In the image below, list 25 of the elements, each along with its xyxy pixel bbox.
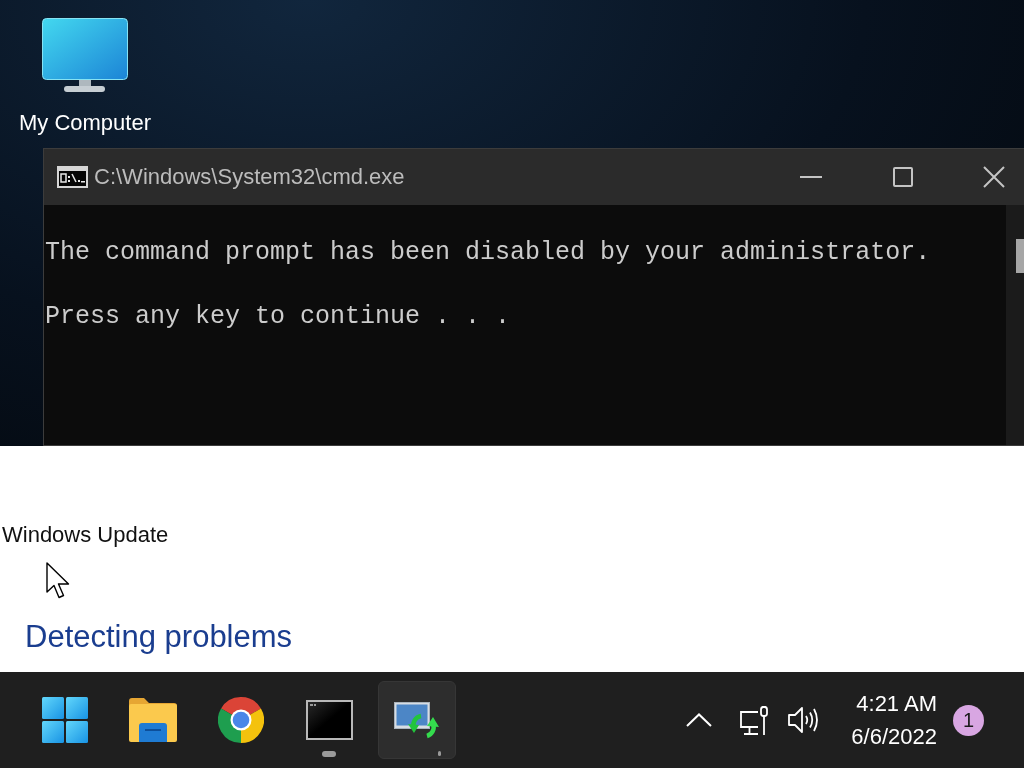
wired-network-icon[interactable] — [739, 704, 771, 736]
console-app-icon — [57, 166, 88, 188]
window-title: C:\Windows\System32\cmd.exe — [94, 163, 405, 191]
taskbar-button[interactable] — [378, 681, 456, 759]
status-heading: Detecting problems — [25, 618, 293, 656]
clock-date[interactable]: 6/6/2022 — [851, 720, 937, 753]
chevron-up-icon[interactable] — [686, 713, 713, 727]
monitor-icon[interactable] — [42, 18, 128, 92]
minimize-icon — [800, 176, 822, 178]
round-logo-icon — [218, 697, 264, 743]
monitor-arrows-icon — [394, 701, 440, 739]
four-squares-icon — [42, 697, 88, 743]
folder-icon — [129, 698, 177, 742]
speaker-volume-icon[interactable] — [787, 705, 820, 735]
scrollbar-thumb[interactable] — [1016, 239, 1024, 273]
notification-badge[interactable]: 1 — [953, 704, 984, 736]
desktop-icon-label[interactable]: My Computer — [18, 110, 151, 136]
console-window-icon — [305, 700, 353, 740]
console-output-line: The command prompt has been disabled by your administrator. — [45, 237, 931, 269]
window-title: Windows Update — [2, 521, 169, 549]
close-icon — [983, 166, 1005, 188]
console-output-line: Press any key to continue . . . — [45, 301, 511, 333]
clock-time[interactable]: 4:21 AM — [856, 687, 937, 720]
maximize-icon — [892, 167, 913, 187]
mouse-pointer-icon — [46, 562, 70, 599]
